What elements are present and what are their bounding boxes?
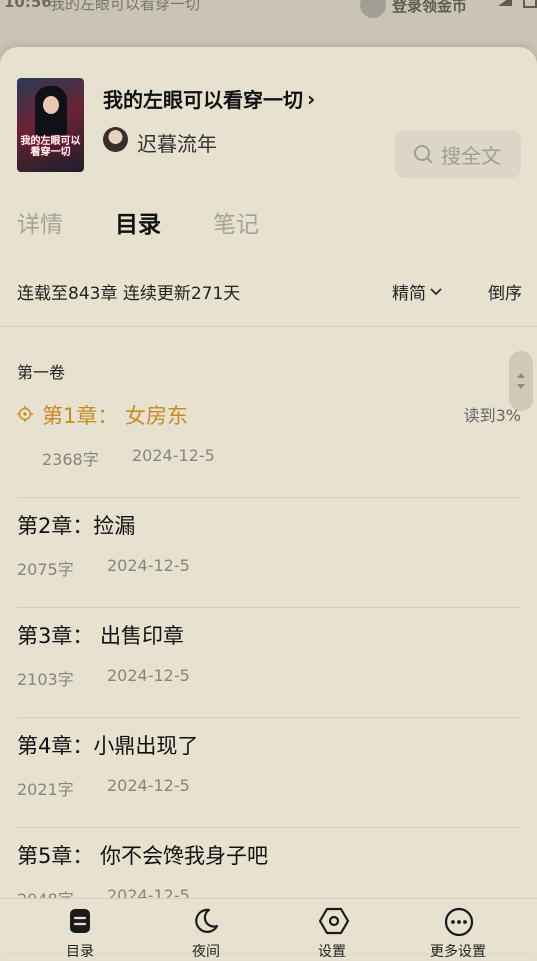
author-name[interactable]: 迟暮流年: [137, 128, 217, 157]
nav-more-settings[interactable]: 更多设置: [418, 899, 498, 960]
tab-notes[interactable]: 笔记: [213, 205, 259, 239]
bottom-toolbar: 目录 夜间 设置 更多设置: [0, 898, 537, 960]
nav-catalog-label: 目录: [66, 944, 94, 960]
reverse-order-button[interactable]: 倒序: [488, 279, 522, 304]
cover-title-art: 我的左眼可以看穿一切: [20, 136, 81, 158]
chevron-down-icon: [430, 287, 442, 295]
divider: [17, 717, 521, 718]
author-avatar: [103, 127, 128, 152]
volume-heading: 第一卷: [17, 363, 66, 382]
simplified-dropdown[interactable]: 精简: [392, 279, 442, 304]
nav-settings[interactable]: 设置: [292, 899, 372, 960]
divider: [17, 827, 521, 828]
chapter-item-current[interactable]: 第1章： 女房东 读到3% 2368字 2024-12-5: [17, 400, 521, 510]
search-fulltext-button[interactable]: 搜全文: [395, 130, 521, 178]
nav-night-label: 夜间: [192, 944, 220, 960]
tab-details[interactable]: 详情: [17, 205, 63, 239]
catalog-sheet: 我的左眼可以看穿一切 我的左眼可以看穿一切 › 迟暮流年 搜全文 详情 目录 笔…: [0, 47, 537, 952]
chapter-name: 第1章： 女房东: [42, 404, 189, 428]
nav-catalog[interactable]: 目录: [40, 899, 120, 960]
chapter-item[interactable]: 第2章：捡漏 2075字 2024-12-5: [17, 510, 521, 620]
moon-icon: [195, 908, 219, 933]
chapter-name: 第4章：小鼎出现了: [17, 734, 199, 758]
locate-icon: [17, 406, 33, 422]
arrow-down-icon: [517, 384, 525, 389]
nav-night-mode[interactable]: 夜间: [166, 899, 246, 960]
chapter-name: 第2章：捡漏: [17, 514, 136, 538]
cover-face: [43, 96, 59, 114]
book-title-link[interactable]: 我的左眼可以看穿一切 ›: [103, 84, 315, 113]
chapter-word-count: 2103字: [17, 670, 74, 689]
toc-icon: [70, 909, 90, 933]
chapter-name: 第3章： 出售印章: [17, 624, 185, 648]
nav-settings-label: 设置: [318, 944, 346, 960]
chapter-date: 2024-12-5: [107, 556, 190, 575]
chevron-right-icon: ›: [307, 86, 316, 111]
chapter-name: 第5章： 你不会馋我身子吧: [17, 844, 269, 868]
read-progress: 读到3%: [463, 406, 521, 425]
chapter-date: 2024-12-5: [107, 666, 190, 685]
divider: [0, 326, 537, 327]
chapter-item[interactable]: 第4章：小鼎出现了 2021字 2024-12-5: [17, 730, 521, 840]
book-cover[interactable]: 我的左眼可以看穿一切: [17, 78, 84, 172]
search-placeholder: 搜全文: [441, 143, 501, 168]
settings-icon: [318, 907, 350, 935]
chapter-word-count: 2075字: [17, 560, 74, 579]
search-icon: [414, 145, 432, 163]
more-icon: [444, 907, 474, 937]
serial-status: 连载至843章 连续更新271天: [17, 284, 241, 304]
chapter-word-count: 2368字: [42, 450, 99, 469]
tab-catalog[interactable]: 目录: [115, 205, 161, 239]
divider: [17, 497, 521, 498]
simplified-label: 精简: [392, 284, 426, 304]
divider: [17, 607, 521, 608]
chapter-word-count: 2021字: [17, 780, 74, 799]
arrow-up-icon: [517, 373, 525, 378]
chapter-date: 2024-12-5: [107, 776, 190, 795]
book-title: 我的左眼可以看穿一切: [103, 88, 303, 112]
chapter-item[interactable]: 第3章： 出售印章 2103字 2024-12-5: [17, 620, 521, 730]
tab-bar: 详情 目录 笔记: [17, 205, 311, 239]
nav-more-label: 更多设置: [430, 944, 486, 960]
chapter-date: 2024-12-5: [132, 446, 215, 465]
catalog-meta-row: 连载至843章 连续更新271天 精简 倒序: [17, 279, 525, 309]
